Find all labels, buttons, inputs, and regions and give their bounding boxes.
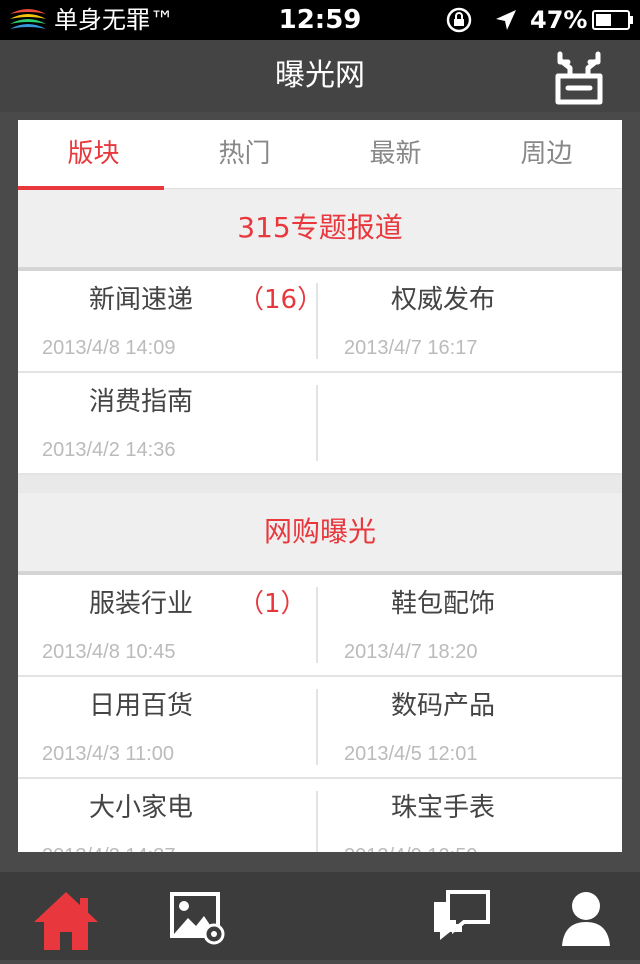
section-header-online-shopping: 网购曝光 bbox=[18, 493, 622, 575]
rotation-lock-icon bbox=[446, 7, 472, 33]
board-official-release[interactable]: 权威发布 2013/4/7 16:17 bbox=[320, 271, 620, 371]
board-name: 鞋包配饰 bbox=[390, 589, 495, 619]
board-count: （1） bbox=[238, 589, 307, 619]
table-row: 日用百货 2013/4/3 11:00 数码产品 2013/4/5 12:01 bbox=[18, 677, 622, 779]
section-header-315: 315专题报道 bbox=[18, 189, 622, 271]
user-icon bbox=[562, 892, 610, 946]
image-settings-icon bbox=[170, 892, 225, 945]
board-name: 服装行业 bbox=[88, 589, 193, 619]
tab-messages[interactable] bbox=[416, 872, 516, 960]
page-title: 曝光网 bbox=[275, 58, 365, 93]
nav-bar: 曝光网 bbox=[0, 40, 640, 112]
share-button[interactable] bbox=[550, 50, 608, 106]
board-news-express[interactable]: 新闻速递 （16） 2013/4/8 14:09 bbox=[18, 271, 323, 371]
cell-divider bbox=[316, 689, 318, 765]
board-time: 2013/4/8 10:45 bbox=[42, 641, 176, 663]
board-shoes-bags[interactable]: 鞋包配饰 2013/4/7 18:20 bbox=[320, 575, 620, 675]
tab-home[interactable] bbox=[16, 872, 116, 960]
board-name: 消费指南 bbox=[88, 387, 193, 417]
board-time: 2013/4/7 18:20 bbox=[344, 641, 478, 663]
board-time: 2013/4/7 16:17 bbox=[344, 337, 478, 359]
board-name: 日用百货 bbox=[88, 691, 193, 721]
share-box-icon bbox=[555, 51, 603, 105]
tab-profile[interactable] bbox=[534, 872, 634, 960]
board-time: 2013/4/2 14:37 bbox=[42, 843, 175, 852]
board-name: 权威发布 bbox=[390, 285, 495, 315]
board-name: 珠宝手表 bbox=[390, 793, 495, 823]
table-row: 大小家电 2013/4/2 14:37 珠宝手表 2013/4/9 12:59 bbox=[18, 779, 622, 852]
board-time: 2013/4/9 12:59 bbox=[344, 843, 477, 852]
active-tab-indicator bbox=[18, 186, 164, 190]
cell-divider bbox=[316, 791, 318, 852]
board-time: 2013/4/5 12:01 bbox=[344, 743, 478, 765]
board-digital[interactable]: 数码产品 2013/4/5 12:01 bbox=[320, 677, 620, 777]
battery-percent: 47% bbox=[530, 6, 588, 34]
board-consumer-guide[interactable]: 消费指南 2013/4/2 14:36 bbox=[18, 373, 318, 473]
board-name: 大小家电 bbox=[88, 793, 193, 823]
table-row: 消费指南 2013/4/2 14:36 bbox=[18, 373, 622, 475]
status-bar: 单身无罪™ 12:59 47% bbox=[0, 0, 640, 40]
location-arrow-icon bbox=[496, 10, 516, 30]
board-name: 新闻速递 bbox=[88, 285, 193, 315]
board-jewelry-watches[interactable]: 珠宝手表 2013/4/9 12:59 bbox=[320, 779, 620, 852]
tab-latest[interactable]: 最新 bbox=[320, 120, 471, 188]
tab-gallery[interactable] bbox=[146, 872, 246, 960]
table-row: 新闻速递 （16） 2013/4/8 14:09 权威发布 2013/4/7 1… bbox=[18, 271, 622, 373]
home-icon bbox=[34, 892, 98, 950]
tab-hot[interactable]: 热门 bbox=[169, 120, 320, 188]
section-gap bbox=[18, 475, 622, 493]
board-count: （16） bbox=[238, 285, 324, 315]
content-card: 版块 热门 最新 周边 315专题报道 新闻速递 （16） 2013/4/8 1… bbox=[18, 120, 622, 852]
board-name: 数码产品 bbox=[390, 691, 495, 721]
board-apparel[interactable]: 服装行业 （1） 2013/4/8 10:45 bbox=[18, 575, 318, 675]
board-empty bbox=[320, 373, 620, 473]
tab-bar: 版块 热门 最新 周边 bbox=[18, 120, 622, 190]
table-row: 服装行业 （1） 2013/4/8 10:45 鞋包配饰 2013/4/7 18… bbox=[18, 575, 622, 677]
bottom-tab-bar bbox=[0, 872, 640, 960]
cell-divider bbox=[316, 587, 318, 663]
cell-divider bbox=[316, 385, 318, 461]
board-time: 2013/4/8 14:09 bbox=[42, 337, 176, 359]
board-appliances[interactable]: 大小家电 2013/4/2 14:37 bbox=[18, 779, 318, 852]
chat-bubbles-icon bbox=[434, 890, 490, 940]
tab-sections[interactable]: 版块 bbox=[18, 120, 169, 188]
cell-divider bbox=[316, 283, 318, 359]
board-time: 2013/4/3 11:00 bbox=[42, 743, 174, 765]
board-daily-goods[interactable]: 日用百货 2013/4/3 11:00 bbox=[18, 677, 318, 777]
battery-icon bbox=[592, 10, 633, 30]
tab-nearby[interactable]: 周边 bbox=[471, 120, 622, 188]
board-time: 2013/4/2 14:36 bbox=[42, 439, 176, 461]
